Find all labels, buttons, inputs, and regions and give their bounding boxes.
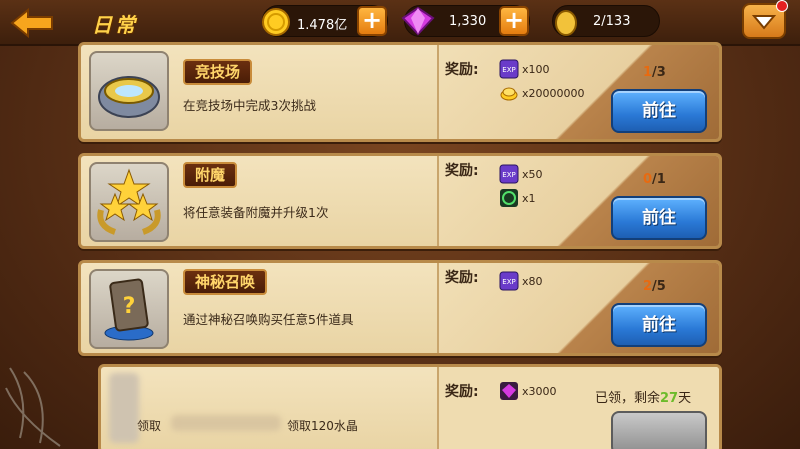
reward-qty: x20000000 [522, 86, 585, 100]
task-description-b: 领取120水晶 [287, 419, 358, 433]
add-gems-button[interactable]: + [499, 6, 529, 36]
back-arrow-icon [10, 8, 53, 38]
ring-icon [500, 189, 518, 207]
arena-icon [89, 51, 169, 131]
svg-text:EXP: EXP [502, 66, 515, 74]
go-button[interactable]: 前往 [611, 196, 707, 240]
blurred-icon [109, 373, 139, 443]
reward-ring: x1 [499, 188, 536, 208]
svg-text:?: ? [123, 294, 136, 319]
reward-gold: x20000000 [499, 83, 585, 103]
exp-icon: EXP [499, 164, 519, 184]
notification-dot [776, 0, 788, 12]
task-progress: 0/1 [643, 172, 666, 187]
task-description: 通过神秘召唤购买任意5件道具 [183, 312, 354, 327]
task-description: 在竞技场中完成3次挑战 [183, 98, 316, 113]
gem-value: 1,330 [449, 14, 487, 29]
reward-exp: EXP x100 [499, 59, 550, 79]
task-description: 将任意装备附魔并升级1次 [183, 205, 329, 220]
task-progress: 1/3 [643, 65, 666, 80]
task-card-arena: 竞技场 在竞技场中完成3次挑战 奖励: EXP x100 x20000000 1… [78, 42, 722, 142]
svg-text:EXP: EXP [502, 171, 515, 179]
go-button[interactable]: 前往 [611, 89, 707, 133]
reward-qty: x50 [522, 167, 543, 181]
reward-label: 奖励: [445, 62, 479, 78]
reward-qty: x80 [522, 274, 543, 288]
mystery-card-icon: ? [89, 269, 169, 349]
crystal-icon [500, 382, 518, 400]
enchant-stars-icon [89, 162, 169, 242]
gold-icon [500, 87, 518, 101]
task-progress: 2/5 [643, 279, 666, 294]
task-card-enchant: 附魔 将任意装备附魔并升级1次 奖励: EXP x50 x1 0/1 前往 [78, 153, 722, 249]
gold-coin-icon [262, 8, 290, 36]
task-card-mystic-summon: ? 神秘召唤 通过神秘召唤购买任意5件道具 奖励: EXP x80 2/5 前往 [78, 260, 722, 356]
reward-exp: EXP x80 [499, 271, 543, 291]
exp-icon: EXP [499, 271, 519, 291]
reward-crystal: x3000 [499, 381, 557, 401]
top-bar: 日常 1.478亿 + 1,330 + 2/133 [0, 0, 800, 46]
reward-label: 奖励: [445, 163, 479, 179]
blurred-text [171, 415, 281, 431]
page-title: 日常 [92, 13, 138, 37]
add-gold-button[interactable]: + [357, 6, 387, 36]
gold-value: 1.478亿 [297, 18, 348, 33]
stamina-counter: 2/133 [552, 5, 660, 37]
reward-qty: x1 [522, 191, 536, 205]
task-name: 附魔 [183, 162, 238, 188]
reward-label: 奖励: [445, 270, 479, 286]
claimed-status: 已领，剩余27天 [595, 391, 692, 406]
task-name: 竞技场 [183, 59, 253, 85]
reward-exp: EXP x50 [499, 164, 543, 184]
task-card-crystal-claimed: 领取 领取120水晶 奖励: x3000 已领，剩余27天 [98, 364, 722, 449]
task-description-a: 领取 [137, 419, 162, 433]
stamina-value: 2/133 [593, 14, 631, 29]
svg-text:EXP: EXP [502, 278, 515, 286]
go-button[interactable]: 前往 [611, 303, 707, 347]
task-name: 神秘召唤 [183, 269, 268, 295]
gold-counter: 1.478亿 + [262, 5, 388, 37]
gem-icon [401, 6, 435, 36]
reward-qty: x3000 [522, 384, 557, 398]
back-button[interactable] [8, 6, 56, 40]
exp-icon: EXP [499, 59, 519, 79]
stamina-icon [555, 10, 577, 36]
reward-label: 奖励: [445, 384, 479, 400]
rope-decoration-icon [5, 367, 61, 447]
gem-counter: 1,330 + [401, 5, 530, 37]
claimed-button[interactable] [611, 411, 707, 449]
reward-qty: x100 [522, 62, 550, 76]
